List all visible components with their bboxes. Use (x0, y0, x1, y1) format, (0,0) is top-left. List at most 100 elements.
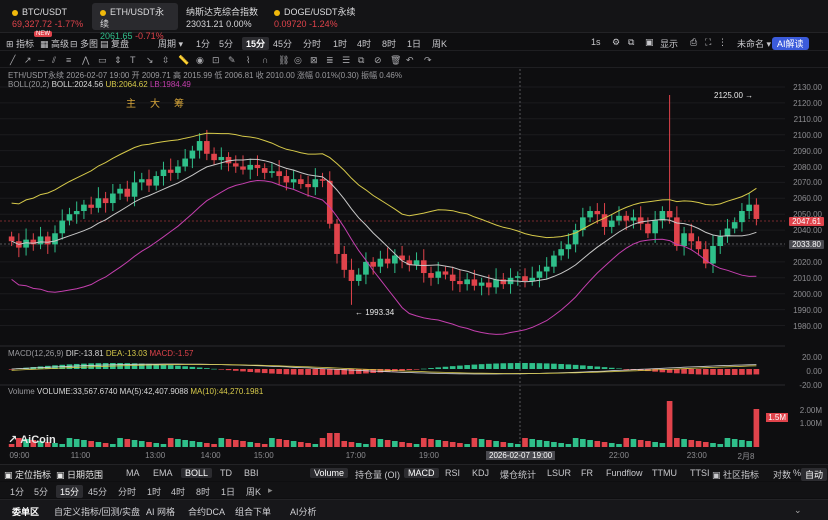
tf-1d[interactable]: 1日 (407, 37, 421, 50)
pen-icon[interactable]: ✎ (228, 55, 236, 66)
trash-icon[interactable]: 🗑 (390, 55, 401, 66)
camera-icon[interactable]: ⎙ (690, 37, 697, 48)
stack-icon[interactable]: ☰ (342, 55, 350, 66)
ind-td[interactable]: TD (220, 468, 232, 478)
layers-icon[interactable]: ≣ (326, 55, 334, 66)
tab-ai-analysis[interactable]: AI分析 (290, 505, 317, 518)
tab-combo-order[interactable]: 组合下单 (235, 505, 271, 518)
brush-icon[interactable]: ⌇ (246, 55, 250, 66)
ruler-icon[interactable]: 📏 (178, 55, 189, 66)
ind-ema[interactable]: EMA (153, 468, 173, 478)
tf-15m[interactable]: 15分 (242, 37, 270, 50)
rect-tool-icon[interactable]: ▭ (98, 55, 107, 66)
chou-button[interactable]: 筹 (174, 95, 184, 110)
locate-indicator-button[interactable]: ▣ 定位指标 (4, 468, 51, 481)
ticker-eth[interactable]: ETH/USDT永续 2061.65 -0.71% (92, 3, 178, 41)
ind-macd[interactable]: MACD (404, 468, 439, 478)
ind-fr[interactable]: FR (581, 468, 593, 478)
replay-button[interactable]: ▤ 复盘 (100, 37, 129, 50)
tab-custom-indicator[interactable]: 自定义指标/回测/实盘 (54, 505, 140, 518)
ind-ma[interactable]: MA (126, 468, 140, 478)
ticker-nasdaq[interactable]: 纳斯达克综合指数 23031.21 0.00% (178, 3, 270, 30)
more-icon[interactable]: ⋮ (718, 37, 727, 48)
ind-kdj[interactable]: KDJ (472, 468, 489, 478)
undo-icon[interactable]: ↶ (406, 55, 414, 66)
redo-icon[interactable]: ↷ (424, 55, 432, 66)
lock2-icon[interactable]: ⊠ (310, 55, 318, 66)
magnet-icon[interactable]: ∩ (262, 55, 268, 65)
tf-4h[interactable]: 4时 (357, 37, 371, 50)
arrow-tool-icon[interactable]: ↘ (146, 55, 154, 66)
hline-tool-icon[interactable]: ─ (38, 55, 44, 65)
date-range-button[interactable]: ▣ 日期范围 (56, 468, 103, 481)
tab-contract-dca[interactable]: 合约DCA (188, 505, 225, 518)
tf2-1m[interactable]: 1分 (10, 485, 24, 498)
tf2-45m[interactable]: 45分 (88, 485, 107, 498)
layout-icon[interactable]: ▣ (645, 37, 654, 48)
tf-1m[interactable]: 1分 (196, 37, 210, 50)
collapse-icon[interactable]: ⌄ (794, 505, 802, 516)
ind-boll[interactable]: BOLL (181, 468, 213, 478)
tf-45m[interactable]: 45分 (273, 37, 292, 50)
ind-rsi[interactable]: RSI (445, 468, 460, 478)
ind-bbi[interactable]: BBI (244, 468, 259, 478)
layout-name-select[interactable]: 未命名 ▾ (737, 37, 771, 50)
tf-1w[interactable]: 周K (432, 37, 447, 50)
eye-icon[interactable]: ◉ (196, 55, 204, 66)
tf2-4h[interactable]: 4时 (171, 485, 185, 498)
ind-ttmu[interactable]: TTMU (652, 468, 677, 478)
candlestick-chart[interactable] (0, 69, 828, 463)
ind-volume[interactable]: Volume (310, 468, 349, 478)
ind-lsur[interactable]: LSUR (547, 468, 571, 478)
auto-toggle[interactable]: 自动 (801, 468, 828, 481)
price-range-icon[interactable]: ⇳ (162, 55, 170, 66)
tab-order-area[interactable]: 委单区 (12, 505, 39, 518)
tab-ai-grid[interactable]: AI 网格 (146, 505, 175, 518)
multi-chart-button[interactable]: ⊟ 多图 (70, 37, 98, 50)
percent-toggle[interactable]: % (793, 468, 801, 478)
chart-area[interactable]: ETH/USDT永续 2026-02-07 19:00 开 2009.71 高 … (0, 69, 828, 463)
ai-analysis-button[interactable]: AI解读 (772, 37, 809, 50)
link-icon[interactable]: ⛓ (278, 55, 289, 66)
line-tool-icon[interactable]: ╱ (10, 55, 15, 66)
pattern-tool-icon[interactable]: ⋀ (82, 55, 89, 66)
fullscreen-icon[interactable]: ⛶ (705, 37, 711, 48)
zhu-button[interactable]: 主 (126, 95, 136, 110)
tf2-1w[interactable]: 周K (246, 485, 261, 498)
ticker-doge[interactable]: DOGE/USDT永续 0.09720 -1.24% (266, 3, 366, 30)
settings-icon[interactable]: ⚙ (612, 37, 620, 48)
display-button[interactable]: 显示 (660, 37, 678, 50)
log-scale-toggle[interactable]: 对数 (773, 468, 791, 481)
period-button[interactable]: 周期 ▾ (158, 37, 183, 50)
copy-icon[interactable]: ⧉ (358, 55, 364, 66)
tf2-15m[interactable]: 15分 (56, 485, 84, 498)
lock-icon[interactable]: ⊡ (212, 55, 220, 66)
measure-tool-icon[interactable]: ⇕ (114, 55, 122, 66)
advanced-button[interactable]: ▦ 高级 (40, 37, 69, 50)
ray-tool-icon[interactable]: ↗ (24, 55, 32, 66)
tf2-1d[interactable]: 1日 (221, 485, 235, 498)
indicators-button[interactable]: ⊞ 指标 (6, 37, 34, 50)
tf2-8h[interactable]: 8时 (196, 485, 210, 498)
ind-oi[interactable]: 持仓量 (OI) (355, 468, 400, 481)
channel-tool-icon[interactable]: ⫽ (52, 55, 56, 66)
chart-type-icon[interactable]: ⧉ (628, 37, 634, 48)
visibility-icon[interactable]: ◎ (294, 55, 302, 66)
tf2-1h[interactable]: 1时 (147, 485, 161, 498)
ind-liquidation[interactable]: 爆仓统计 (500, 468, 536, 481)
tf-8h[interactable]: 8时 (382, 37, 396, 50)
tf2-5m[interactable]: 5分 (34, 485, 48, 498)
tf-1h[interactable]: 1时 (333, 37, 347, 50)
da-button[interactable]: 大 (150, 95, 160, 110)
text-tool-icon[interactable]: T (130, 55, 136, 65)
tf-5m[interactable]: 5分 (219, 37, 233, 50)
ticker-btc[interactable]: BTC/USDT 69,327.72 -1.77% (4, 3, 92, 30)
tf-1s[interactable]: 1s (591, 37, 601, 47)
ind-fundflow[interactable]: Fundflow (606, 468, 643, 478)
community-indicator-button[interactable]: ▣ 社区指标 (712, 468, 759, 481)
hide-icon[interactable]: ⊘ (374, 55, 382, 66)
tf-timeshare[interactable]: 分时 (303, 37, 321, 50)
tf2-more-icon[interactable]: ▸ (268, 485, 273, 496)
fib-tool-icon[interactable]: ≡ (66, 55, 71, 65)
ind-ttsi[interactable]: TTSI (690, 468, 710, 478)
